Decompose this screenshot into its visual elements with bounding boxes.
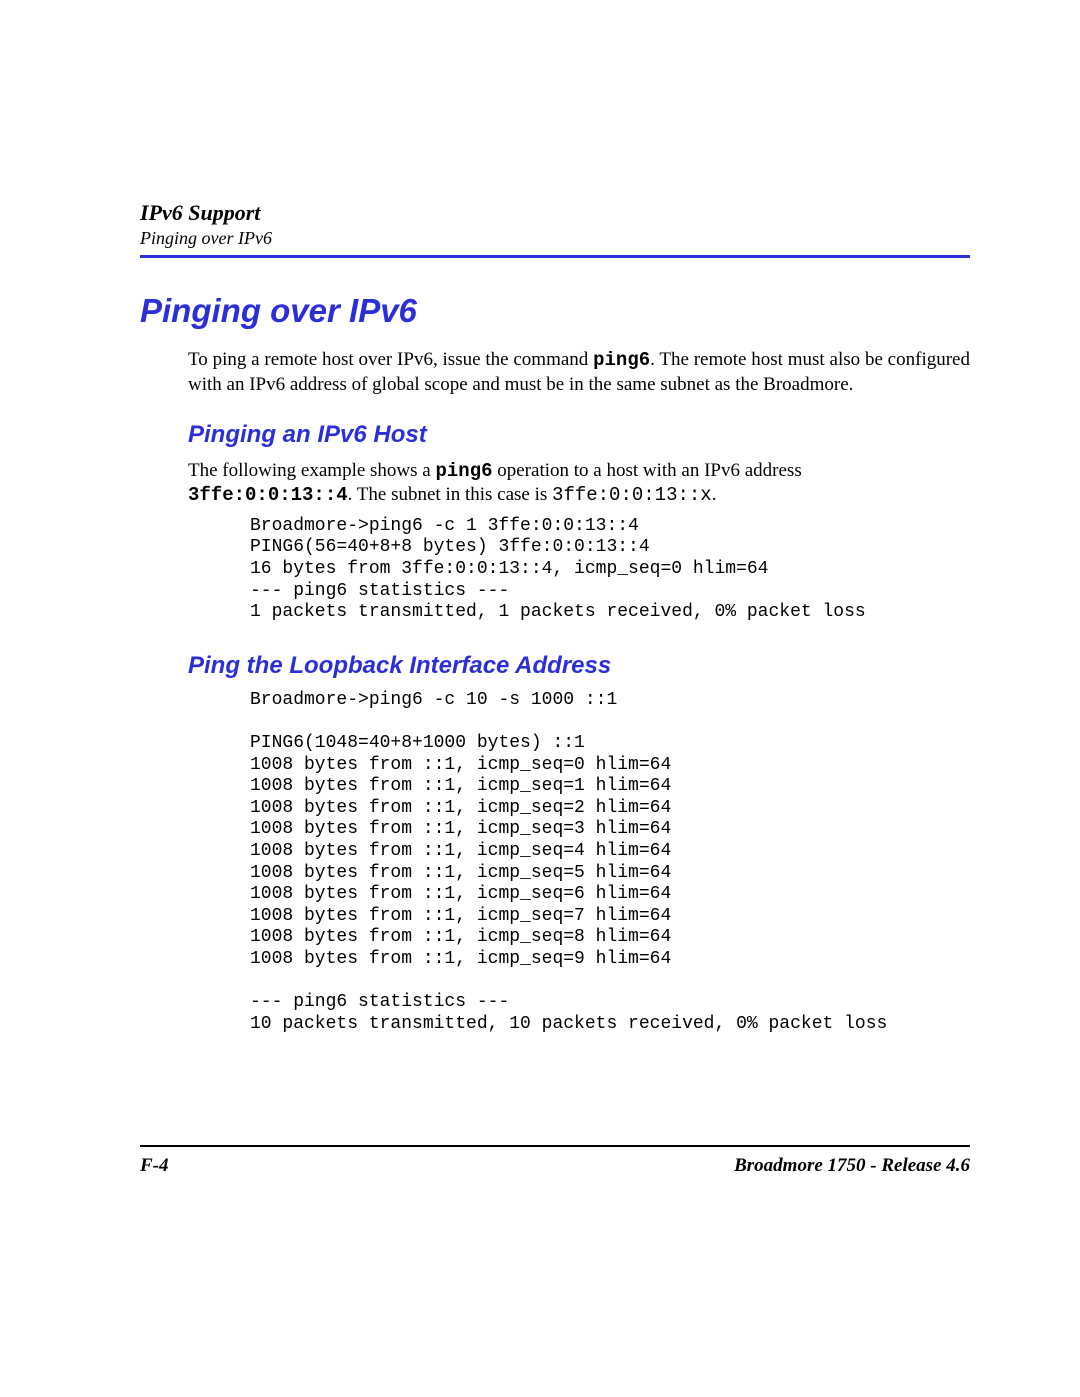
page: IPv6 Support Pinging over IPv6 Pinging o… (0, 0, 1080, 1397)
running-head: IPv6 Support Pinging over IPv6 (140, 200, 970, 249)
s1-text-d: . (712, 484, 717, 505)
header-rule (140, 255, 970, 258)
product-release: Broadmore 1750 - Release 4.6 (734, 1155, 970, 1177)
page-footer: F-4 Broadmore 1750 - Release 4.6 (140, 1145, 970, 1177)
section-heading-ping-host: Pinging an IPv6 Host (188, 421, 970, 449)
s1-cmd: ping6 (435, 460, 492, 482)
section1-paragraph: The following example shows a ping6 oper… (188, 459, 970, 508)
s1-text-a: The following example shows a (188, 460, 435, 481)
s1-text-c: . The subnet in this case is (348, 484, 552, 505)
code-block-loopback: Broadmore->ping6 -c 10 -s 1000 ::1 PING6… (250, 690, 970, 1036)
code-block-ping-host: Broadmore->ping6 -c 1 3ffe:0:0:13::4 PIN… (250, 516, 970, 624)
running-subtitle: Pinging over IPv6 (140, 228, 970, 249)
s1-text-b: operation to a host with an IPv6 address (493, 460, 802, 481)
intro-text-pre: To ping a remote host over IPv6, issue t… (188, 349, 593, 370)
footer-row: F-4 Broadmore 1750 - Release 4.6 (140, 1155, 970, 1177)
intro-paragraph: To ping a remote host over IPv6, issue t… (188, 348, 970, 397)
section-heading-loopback: Ping the Loopback Interface Address (188, 652, 970, 680)
s1-addr: 3ffe:0:0:13::4 (188, 484, 348, 506)
footer-rule (140, 1145, 970, 1147)
intro-command: ping6 (593, 349, 650, 371)
page-heading: Pinging over IPv6 (140, 292, 970, 330)
running-title: IPv6 Support (140, 200, 970, 226)
s1-subnet: 3ffe:0:0:13::x (552, 484, 712, 506)
page-number: F-4 (140, 1155, 169, 1177)
